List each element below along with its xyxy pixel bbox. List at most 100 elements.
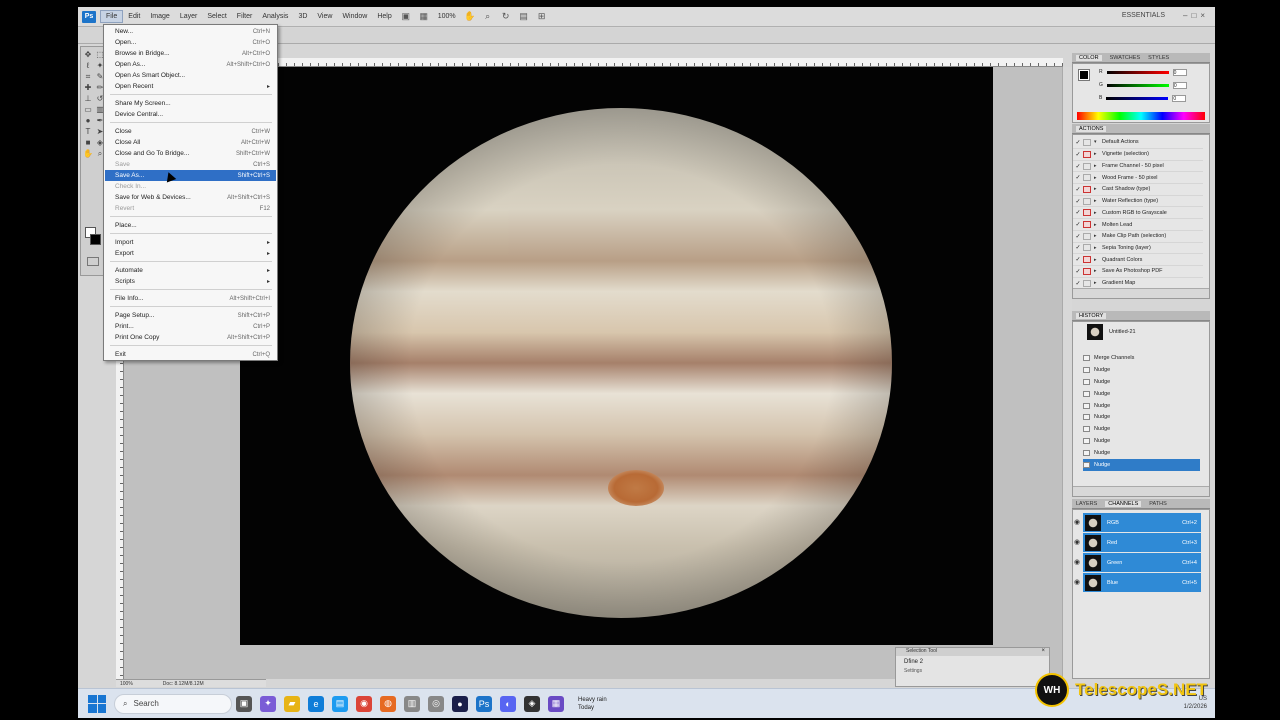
document-canvas[interactable]	[240, 67, 993, 645]
chrome-icon[interactable]: ◉	[356, 695, 372, 712]
red-slider-track[interactable]	[1106, 70, 1169, 74]
menu-image[interactable]: Image	[145, 11, 174, 22]
channel-row[interactable]: RGB Ctrl+2	[1083, 513, 1201, 532]
dfine-label[interactable]: Dfine 2	[896, 656, 1049, 668]
menu-item-scripts[interactable]: Scripts ▸	[105, 276, 276, 287]
expand-arrow-icon[interactable]: ▸	[1094, 186, 1102, 192]
window-controls[interactable]: –□×	[1183, 11, 1209, 20]
visibility-eye-icon[interactable]: ◉	[1074, 518, 1082, 526]
photoshop-taskbar-icon[interactable]: Ps	[476, 695, 492, 712]
color-slider-red[interactable]: R 0	[1099, 68, 1187, 76]
healing-brush-icon[interactable]: ✚	[83, 83, 93, 92]
action-item[interactable]: ✓ ▸ Frame Channel - 50 pixel	[1073, 161, 1203, 173]
firefox-icon[interactable]: ◍	[380, 695, 396, 712]
menu-item-open-smart-object[interactable]: Open As Smart Object...	[105, 70, 276, 81]
color-slider-green[interactable]: G 0	[1099, 81, 1187, 89]
menu-item-open-recent[interactable]: Open Recent ▸	[105, 81, 276, 92]
expand-arrow-icon[interactable]: ▸	[1094, 245, 1102, 251]
menu-item-close-all[interactable]: Close All Alt+Ctrl+W	[105, 137, 276, 148]
action-item[interactable]: ✓ ▸ Save As Photoshop PDF	[1073, 266, 1203, 278]
history-state[interactable]: Nudge	[1083, 435, 1200, 447]
expand-arrow-icon[interactable]: ▸	[1094, 280, 1102, 286]
action-item[interactable]: ✓ ▸ Quadrant Colors	[1073, 254, 1203, 266]
action-set-row[interactable]: ✓ ▾ Default Actions	[1073, 137, 1203, 149]
arrange-documents-icon[interactable]: ▤	[518, 11, 530, 22]
edge-icon[interactable]: e	[308, 695, 324, 712]
expand-arrow-icon[interactable]: ▸	[1094, 222, 1102, 228]
menu-filter[interactable]: Filter	[232, 11, 258, 22]
menu-item-open-as[interactable]: Open As... Alt+Shift+Ctrl+O	[105, 59, 276, 70]
action-item[interactable]: ✓ ▸ Vignette (selection)	[1073, 149, 1203, 161]
menu-item-print[interactable]: Print... Ctrl+P	[105, 321, 276, 332]
channel-row[interactable]: Blue Ctrl+5	[1083, 573, 1201, 592]
menu-help[interactable]: Help	[372, 11, 396, 22]
tab-actions[interactable]: ACTIONS	[1076, 125, 1107, 132]
action-item[interactable]: ✓ ▸ Molten Lead	[1073, 219, 1203, 231]
menu-item-automate[interactable]: Automate ▸	[105, 265, 276, 276]
history-state[interactable]: Nudge	[1083, 447, 1200, 459]
lasso-tool-icon[interactable]: ℓ	[83, 61, 93, 70]
hand-tool-icon[interactable]: ✋	[464, 11, 476, 22]
expand-arrow-icon[interactable]: ▸	[1094, 163, 1102, 169]
tab-paths[interactable]: PATHS	[1149, 501, 1167, 507]
menu-item-open[interactable]: Open... Ctrl+O	[105, 37, 276, 48]
menu-item-import[interactable]: Import ▸	[105, 237, 276, 248]
history-snapshot-thumb[interactable]	[1087, 324, 1103, 340]
copilot-icon[interactable]: ✦	[260, 695, 276, 712]
channel-row[interactable]: Green Ctrl+4	[1083, 553, 1201, 572]
menu-item-exit[interactable]: Exit Ctrl+Q	[105, 349, 276, 360]
menu-item-check-in[interactable]: Check In...	[105, 181, 276, 192]
zoom-tool-icon[interactable]: ⌕	[482, 11, 494, 22]
app-icon[interactable]: ◈	[524, 695, 540, 712]
green-value[interactable]: 0	[1172, 81, 1187, 89]
hand-tool-icon[interactable]: ✋	[83, 149, 93, 158]
menu-item-close[interactable]: Close Ctrl+W	[105, 126, 276, 137]
color-spectrum-bar[interactable]	[1077, 112, 1205, 120]
expand-arrow-icon[interactable]: ▸	[1094, 268, 1102, 274]
menu-item-save-for-web[interactable]: Save for Web & Devices... Alt+Shift+Ctrl+…	[105, 192, 276, 203]
zoom-level-select[interactable]: 100%	[433, 11, 461, 22]
menu-item-share-screen[interactable]: Share My Screen...	[105, 98, 276, 109]
tab-layers[interactable]: LAYERS	[1076, 501, 1097, 507]
expand-arrow-icon[interactable]: ▸	[1094, 198, 1102, 204]
history-state[interactable]: Nudge	[1083, 400, 1200, 412]
menu-item-close-go-to-bridge[interactable]: Close and Go To Bridge... Shift+Ctrl+W	[105, 148, 276, 159]
history-state[interactable]: Merge Channels	[1083, 352, 1200, 364]
menu-item-print-one-copy[interactable]: Print One Copy Alt+Shift+Ctrl+P	[105, 332, 276, 343]
move-tool-icon[interactable]: ✥	[83, 50, 93, 59]
tab-swatches[interactable]: SWATCHES	[1110, 55, 1141, 61]
eraser-icon[interactable]: ▭	[83, 105, 93, 114]
menu-view[interactable]: View	[312, 11, 337, 22]
menu-analysis[interactable]: Analysis	[257, 11, 293, 22]
menu-item-browse-in-bridge[interactable]: Browse in Bridge... Alt+Ctrl+O	[105, 48, 276, 59]
menu-item-file-info[interactable]: File Info... Alt+Shift+Ctrl+I	[105, 293, 276, 304]
expand-arrow-icon[interactable]: ▸	[1094, 233, 1102, 239]
menu-window[interactable]: Window	[337, 11, 372, 22]
menu-select[interactable]: Select	[202, 11, 231, 22]
action-item[interactable]: ✓ ▸ Sepia Toning (layer)	[1073, 243, 1203, 255]
status-zoom[interactable]: 100%	[120, 681, 133, 687]
tab-history[interactable]: HISTORY	[1076, 312, 1107, 319]
menu-item-revert[interactable]: Revert F12	[105, 203, 276, 214]
menu-item-place[interactable]: Place...	[105, 220, 276, 231]
channel-row[interactable]: Red Ctrl+3	[1083, 533, 1201, 552]
color-slider-blue[interactable]: B 0	[1099, 94, 1187, 102]
history-snapshot-label[interactable]: Untitled-21	[1109, 329, 1136, 335]
shape-tool-icon[interactable]: ■	[83, 138, 93, 147]
obs-icon[interactable]: ●	[452, 695, 468, 712]
menu-3d[interactable]: 3D	[293, 11, 312, 22]
tab-styles[interactable]: STYLES	[1148, 55, 1169, 61]
expand-arrow-icon[interactable]: ▸	[1094, 151, 1102, 157]
workspace-switcher[interactable]: ESSENTIALS	[1122, 12, 1165, 19]
dodge-tool-icon[interactable]: ●	[83, 116, 93, 125]
view-extras-icon[interactable]: ▦	[418, 11, 430, 22]
app-icon[interactable]: ◎	[428, 695, 444, 712]
history-state[interactable]: Nudge	[1083, 412, 1200, 424]
history-state[interactable]: Nudge	[1083, 423, 1200, 435]
crop-tool-icon[interactable]: ⌗	[83, 72, 93, 81]
green-slider-track[interactable]	[1106, 83, 1169, 87]
bridge-icon[interactable]: ▣	[400, 11, 412, 22]
menu-item-export[interactable]: Export ▸	[105, 248, 276, 259]
action-item[interactable]: ✓ ▸ Water Reflection (type)	[1073, 196, 1203, 208]
file-explorer-icon[interactable]: ▰	[284, 695, 300, 712]
